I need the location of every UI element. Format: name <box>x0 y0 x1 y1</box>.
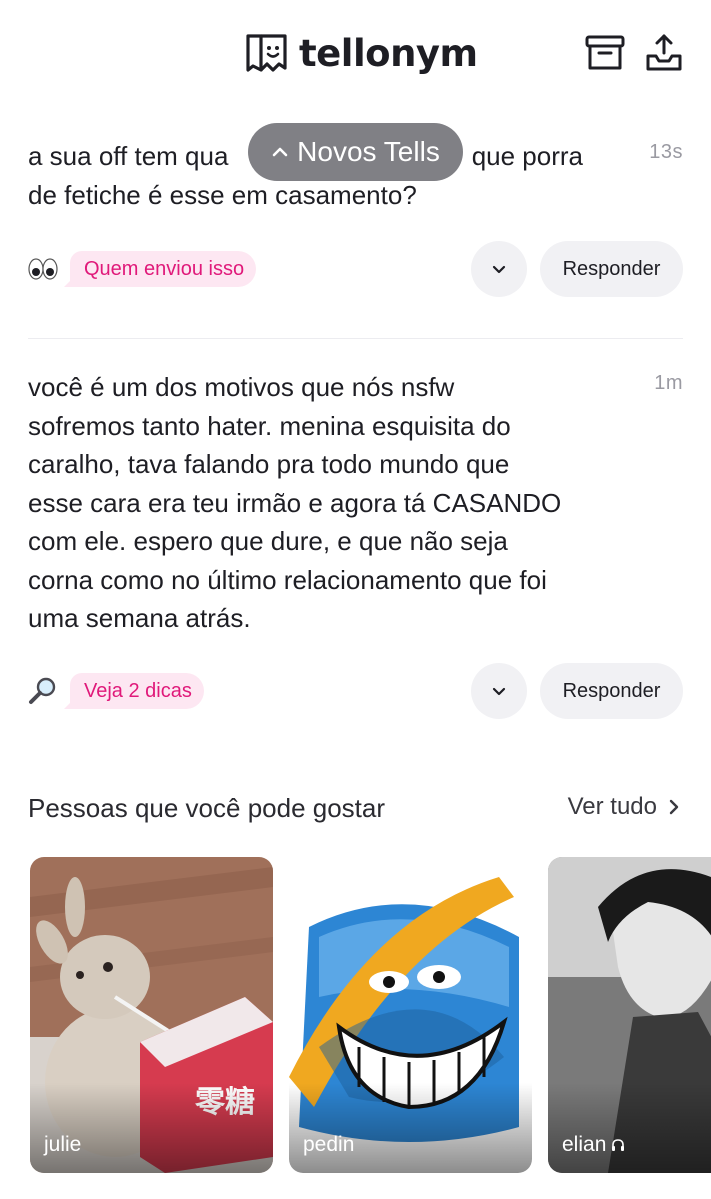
chevron-up-icon <box>272 147 288 157</box>
eyes-emoji-icon <box>28 258 58 280</box>
tell-text-line: sofremos tanto hater. menina esquisita d… <box>28 410 511 441</box>
app-header: tellonym <box>0 0 711 104</box>
tell-actions: Quem enviou isso Responder <box>28 241 683 297</box>
see-all-label: Ver tudo <box>567 793 657 820</box>
who-sent-badge[interactable]: Quem enviou isso <box>63 251 257 287</box>
person-name: julie <box>44 1133 82 1156</box>
share-upload-icon[interactable] <box>643 32 685 74</box>
tell-text-line: você é um dos motivos que nós nsfw <box>28 372 455 402</box>
suggestions-title: Pessoas que você pode gostar <box>28 793 386 823</box>
person-card[interactable]: elian <box>548 857 711 1173</box>
tell-card: você é um dos motivos que nós nsfw sofre… <box>28 368 683 720</box>
magnifier-emoji-icon <box>29 677 56 704</box>
chevron-right-icon <box>669 799 679 815</box>
headphones-icon <box>612 1139 625 1151</box>
see-all-link[interactable]: Ver tudo <box>568 793 681 821</box>
card-gradient <box>548 1083 711 1173</box>
tell-timestamp: 13s <box>649 141 683 163</box>
tell-text-line: esse cara era teu irmão e agora tá CASAN… <box>28 487 562 518</box>
tell-text-line: uma semana atrás. <box>28 603 251 633</box>
tell-timestamp: 1m <box>654 372 683 394</box>
tell-text-line: caralho, tava falando pra todo mundo que <box>28 449 510 479</box>
expand-button[interactable] <box>471 663 527 719</box>
tellonym-logo-icon <box>246 34 287 72</box>
tell-actions: Veja 2 dicas Responder <box>28 663 683 719</box>
expand-button[interactable] <box>471 241 527 297</box>
reply-button[interactable]: Responder <box>540 663 683 719</box>
person-card[interactable]: pedin <box>289 857 532 1173</box>
archive-box-icon[interactable] <box>584 32 626 74</box>
chevron-down-icon <box>492 265 506 274</box>
tellonym-logo[interactable]: tellonym <box>245 30 478 76</box>
person-name: pedin <box>303 1133 355 1156</box>
tell-text: você é um dos motivos que nós nsfw sofre… <box>28 368 648 638</box>
new-tells-label: Novos Tells <box>297 136 440 167</box>
hints-badge[interactable]: Veja 2 dicas <box>64 673 204 709</box>
tell-text-line: com ele. espero que dure, e que não seja <box>28 526 508 556</box>
new-tells-pill[interactable]: Novos Tells <box>248 123 463 181</box>
tell-divider <box>28 338 683 339</box>
person-card[interactable]: 零糖 julie <box>30 857 273 1173</box>
person-name: elian <box>562 1133 626 1157</box>
card-gradient <box>30 1083 273 1173</box>
card-gradient <box>289 1083 532 1173</box>
chevron-down-icon <box>492 687 506 696</box>
tell-text-line: de fetiche é esse em casamento? <box>28 179 417 210</box>
reply-button[interactable]: Responder <box>540 241 683 297</box>
tell-text-line: corna como no último relacionamento que … <box>28 564 547 595</box>
logo-wordmark: tellonym <box>299 31 478 75</box>
